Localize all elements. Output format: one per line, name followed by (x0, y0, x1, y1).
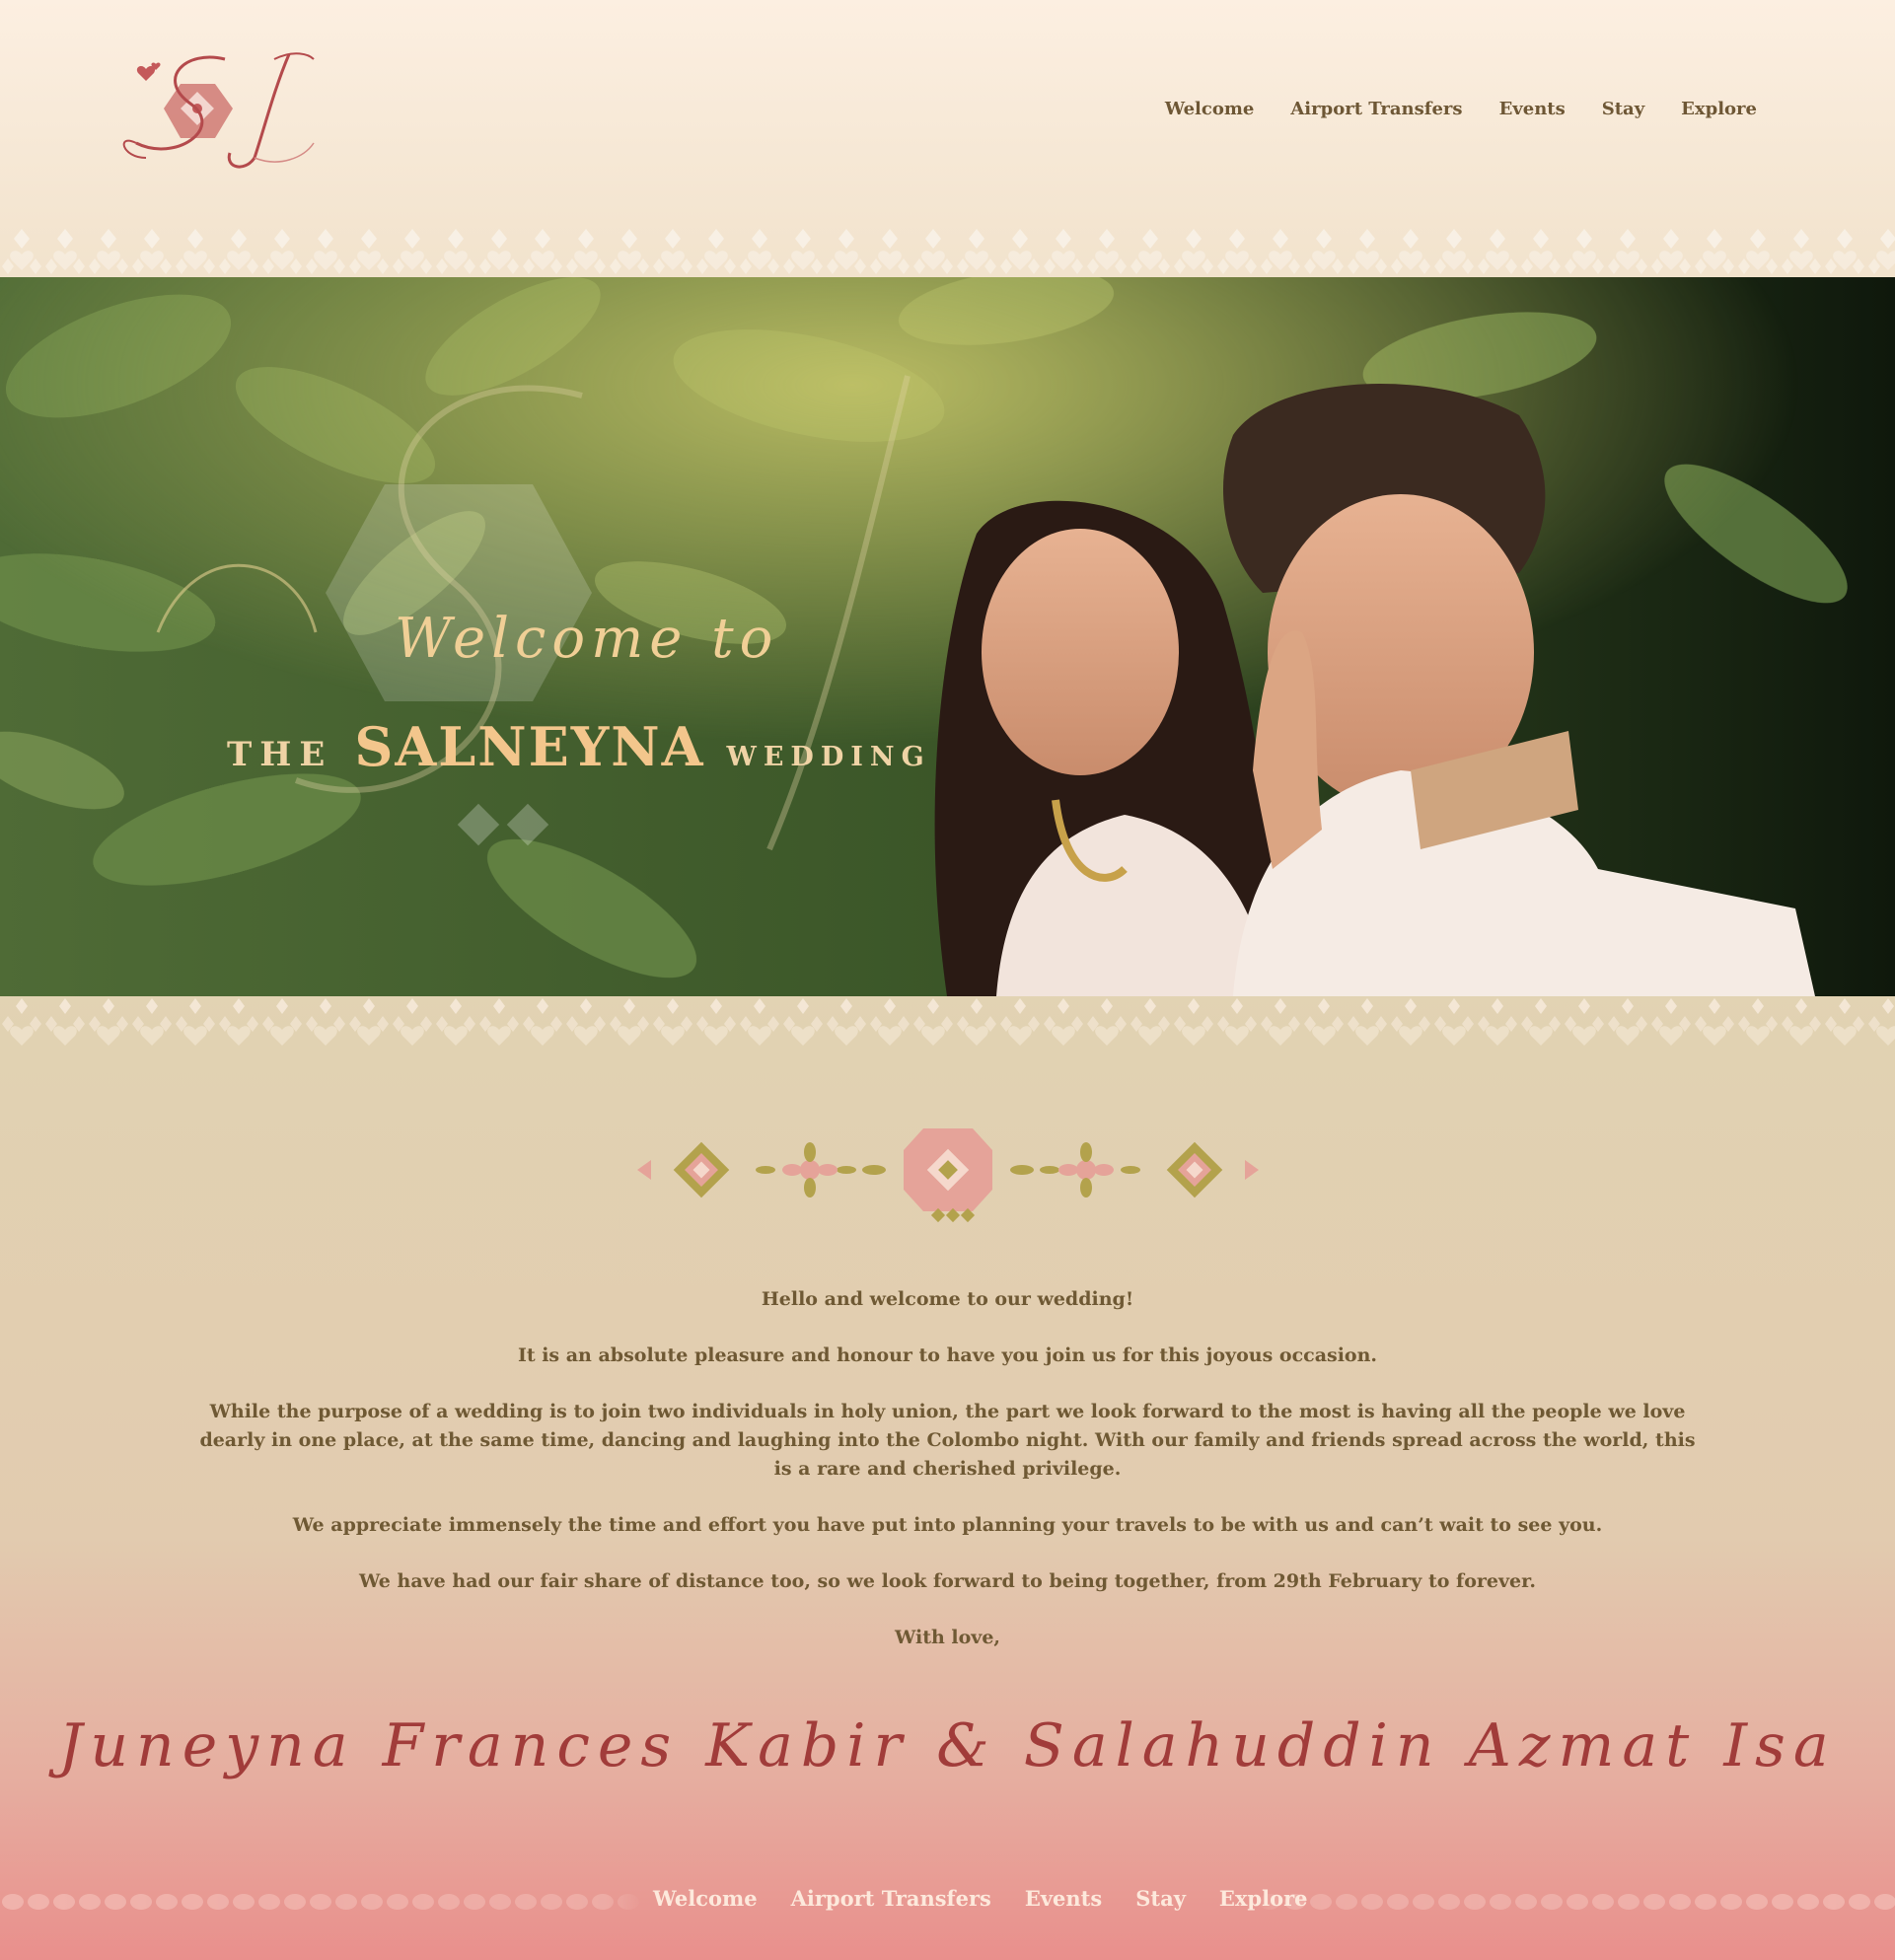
hero-the: THE (227, 735, 333, 774)
nav-welcome[interactable]: Welcome (1165, 99, 1255, 119)
footer-nav-events[interactable]: Events (1025, 1886, 1102, 1911)
nav-events[interactable]: Events (1499, 99, 1566, 119)
footer-nav: Welcome Airport Transfers Events Stay Ex… (653, 1886, 1308, 1911)
nav-stay[interactable]: Stay (1602, 99, 1644, 119)
hero-title: THE SALNEYNA WEDDING (227, 715, 931, 778)
hero-script-line: Welcome to (395, 607, 779, 671)
nav-explore[interactable]: Explore (1681, 99, 1757, 119)
hero-bottom-pattern-border (0, 996, 1895, 1053)
hero-name: SALNEYNA (354, 715, 705, 778)
footer-nav-stay[interactable]: Stay (1135, 1886, 1186, 1911)
footer-nav-welcome[interactable]: Welcome (653, 1886, 758, 1911)
footer-nav-airport-transfers[interactable]: Airport Transfers (791, 1886, 991, 1911)
message-greeting: Hello and welcome to our wedding! (761, 1288, 1134, 1310)
main-nav: Welcome Airport Transfers Events Stay Ex… (1165, 99, 1757, 119)
top-pattern-border (0, 221, 1895, 278)
site-footer: Welcome Airport Transfers Events Stay Ex… (0, 1872, 1895, 1931)
nav-airport-transfers[interactable]: Airport Transfers (1290, 99, 1462, 119)
hero-wedding: WEDDING (726, 742, 931, 772)
decorative-ornament (637, 1128, 1259, 1223)
message-paragraph: We have had our fair share of distance t… (359, 1570, 1536, 1592)
message-paragraph: While the purpose of a wedding is to joi… (199, 1401, 1696, 1480)
footer-nav-explore[interactable]: Explore (1219, 1886, 1308, 1911)
message-paragraph: It is an absolute pleasure and honour to… (517, 1344, 1378, 1366)
couple-signature: Juneyna Frances Kabir & Salahuddin Azmat… (58, 1711, 1837, 1780)
message-paragraph: We appreciate immensely the time and eff… (292, 1514, 1603, 1536)
monogram-logo[interactable] (116, 49, 319, 173)
welcome-message: Hello and welcome to our wedding! It is … (158, 1285, 1737, 1680)
message-signoff: With love, (894, 1627, 1001, 1648)
site-header: Welcome Airport Transfers Events Stay Ex… (0, 0, 1895, 278)
hero-banner (0, 277, 1895, 996)
